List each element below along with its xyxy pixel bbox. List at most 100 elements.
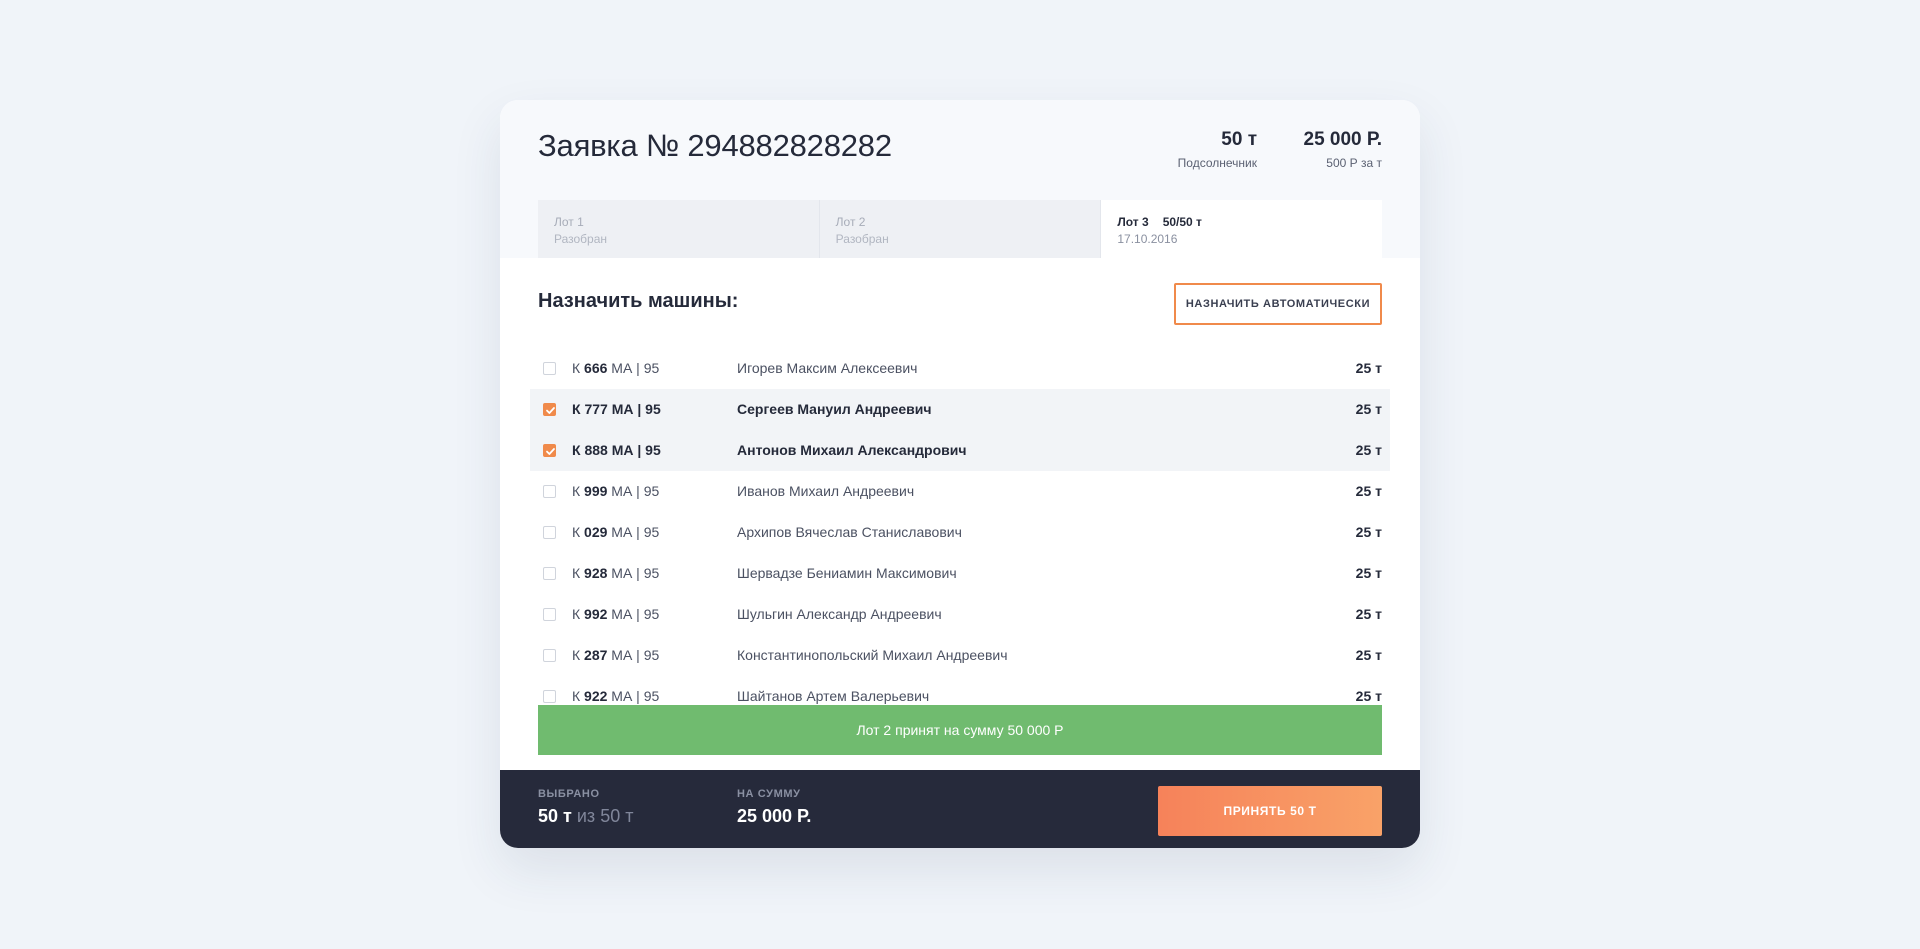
truck-row[interactable]: К 777 МА | 95 Сергеев Мануил Андреевич 25 …: [530, 389, 1390, 430]
truck-row[interactable]: К 666 МА | 95 Игорев Максим Алексеевич 25 …: [530, 348, 1390, 389]
plate-number: 029: [584, 524, 608, 540]
driver-name: Шайтанов Артем Валерьевич: [737, 688, 930, 704]
tab-lot-2[interactable]: Лот 2 Разобран: [819, 200, 1102, 258]
price-per-ton: 500 Р за т: [1326, 156, 1382, 170]
tab-lot-date: 17.10.2016: [1117, 232, 1178, 246]
selected-label: ВЫБРАНО: [538, 788, 600, 800]
driver-name: Игорев Максим Алексеевич: [737, 360, 918, 376]
truck-weight: 25 т: [1355, 483, 1382, 499]
truck-row[interactable]: К 287 МА | 95 Константинопольский Михаил …: [530, 635, 1390, 676]
tab-lot-status: Разобран: [554, 232, 608, 246]
assign-trucks-title: Назначить машины:: [538, 290, 739, 312]
plate-region: МА | 95: [611, 442, 661, 458]
truck-row[interactable]: К 999 МА | 95 Иванов Михаил Андреевич 25 т: [530, 471, 1390, 512]
tab-lot-title: Лот 1: [554, 215, 584, 229]
plate-number: 777: [584, 401, 608, 417]
truck-plate: К 888 МА | 95: [572, 442, 661, 459]
request-header: Заявка № 294882828282 50 т Подсолнечник …: [500, 100, 1420, 258]
truck-row[interactable]: К 992 МА | 95 Шульгин Александр Андреевич…: [530, 594, 1390, 635]
check-icon: [546, 407, 555, 414]
truck-row[interactable]: К 029 МА | 95 Архипов Вячеслав Станиславо…: [530, 512, 1390, 553]
accept-button[interactable]: ПРИНЯТЬ 50 Т: [1158, 786, 1382, 836]
tab-lot-1[interactable]: Лот 1 Разобран: [538, 200, 820, 258]
truck-row[interactable]: К 928 МА | 95 Шервадзе Бениамин Максимови…: [530, 553, 1390, 594]
plate-prefix: К: [572, 688, 581, 704]
truck-weight: 25 т: [1355, 647, 1382, 663]
truck-plate: К 999 МА | 95: [572, 483, 659, 500]
sum-value: 25 000 Р.: [737, 806, 812, 826]
plate-number: 922: [584, 688, 608, 704]
selected-summary: ВЫБРАНО 50 т из 50 т: [538, 788, 633, 827]
selected-of: из: [576, 806, 596, 826]
driver-name: Архипов Вячеслав Станиславович: [737, 524, 962, 540]
truck-plate: К 287 МА | 95: [572, 647, 659, 664]
plate-region: МА | 95: [611, 360, 660, 376]
truck-checkbox[interactable]: [543, 444, 556, 457]
driver-name: Иванов Михаил Андреевич: [737, 483, 915, 499]
tab-lot-capacity: 50/50 т: [1162, 215, 1202, 229]
plate-prefix: К: [572, 401, 581, 417]
driver-name: Константинопольский Михаил Андреевич: [737, 647, 1008, 663]
sum-summary: НА СУММУ 25 000 Р.: [737, 788, 811, 827]
truck-weight: 25 т: [1355, 688, 1382, 704]
plate-prefix: К: [572, 606, 581, 622]
truck-weight: 25 т: [1355, 442, 1382, 458]
truck-plate: К 666 МА | 95: [572, 360, 659, 377]
truck-weight: 25 т: [1355, 565, 1382, 581]
truck-checkbox[interactable]: [543, 362, 556, 375]
truck-checkbox[interactable]: [543, 526, 556, 539]
check-icon: [546, 448, 555, 455]
truck-checkbox[interactable]: [543, 485, 556, 498]
plate-region: МА | 95: [611, 524, 660, 540]
plate-number: 992: [584, 606, 608, 622]
truck-checkbox[interactable]: [543, 690, 556, 703]
weight-value: 50 т: [1221, 129, 1257, 150]
plate-region: МА | 95: [611, 565, 660, 581]
truck-checkbox[interactable]: [543, 649, 556, 662]
request-card: Заявка № 294882828282 50 т Подсолнечник …: [500, 100, 1420, 848]
truck-weight: 25 т: [1355, 606, 1382, 622]
driver-name: Антонов Михаил Александрович: [737, 442, 967, 458]
plate-prefix: К: [572, 442, 581, 458]
plate-prefix: К: [572, 524, 581, 540]
weight-summary: 50 т Подсолнечник: [1178, 128, 1257, 172]
driver-name: Шульгин Александр Андреевич: [737, 606, 942, 622]
truck-row[interactable]: К 888 МА | 95 Антонов Михаил Александрови…: [530, 430, 1390, 471]
truck-checkbox[interactable]: [543, 567, 556, 580]
truck-weight: 25 т: [1355, 524, 1382, 540]
price-summary: 25 000 Р. 500 Р за т: [1304, 128, 1383, 172]
tab-lot-title: Лот 2: [835, 215, 866, 229]
assign-automatically-button[interactable]: НАЗНАЧИТЬ АВТОМАТИЧЕСКИ: [1174, 283, 1382, 325]
tab-lot-title: Лот 3: [1117, 215, 1149, 229]
truck-checkbox[interactable]: [543, 403, 556, 416]
success-toast: Лот 2 принят на сумму 50 000 Р: [538, 705, 1382, 755]
driver-name: Шервадзе Бениамин Максимович: [737, 565, 957, 581]
truck-plate: К 029 МА | 95: [572, 524, 659, 541]
plate-prefix: К: [572, 647, 581, 663]
plate-region: МА | 95: [611, 483, 660, 499]
truck-plate: К 992 МА | 95: [572, 606, 659, 623]
tab-lot-status: Разобран: [835, 232, 889, 246]
selected-weight: 50 т: [538, 806, 572, 826]
plate-number: 666: [584, 360, 608, 376]
plate-region: МА | 95: [611, 688, 660, 704]
page-title: Заявка № 294882828282: [538, 128, 892, 163]
price-value: 25 000 Р.: [1303, 129, 1383, 150]
sum-label: НА СУММУ: [737, 788, 801, 800]
tab-lot-3[interactable]: Лот 3 50/50 т 17.10.2016: [1101, 200, 1383, 258]
plate-prefix: К: [572, 360, 581, 376]
crop-caption: Подсолнечник: [1177, 156, 1257, 170]
selected-total: 50 т: [600, 806, 634, 826]
truck-checkbox[interactable]: [543, 608, 556, 621]
truck-plate: К 777 МА | 95: [572, 401, 661, 418]
plate-region: МА | 95: [611, 401, 661, 417]
plate-region: МА | 95: [611, 606, 660, 622]
driver-name: Сергеев Мануил Андреевич: [737, 401, 932, 417]
truck-weight: 25 т: [1355, 401, 1382, 417]
truck-weight: 25 т: [1355, 360, 1382, 376]
truck-plate: К 922 МА | 95: [572, 688, 659, 705]
plate-number: 928: [584, 565, 608, 581]
truck-plate: К 928 МА | 95: [572, 565, 659, 582]
plate-number: 999: [584, 483, 608, 499]
plate-number: 287: [584, 647, 608, 663]
